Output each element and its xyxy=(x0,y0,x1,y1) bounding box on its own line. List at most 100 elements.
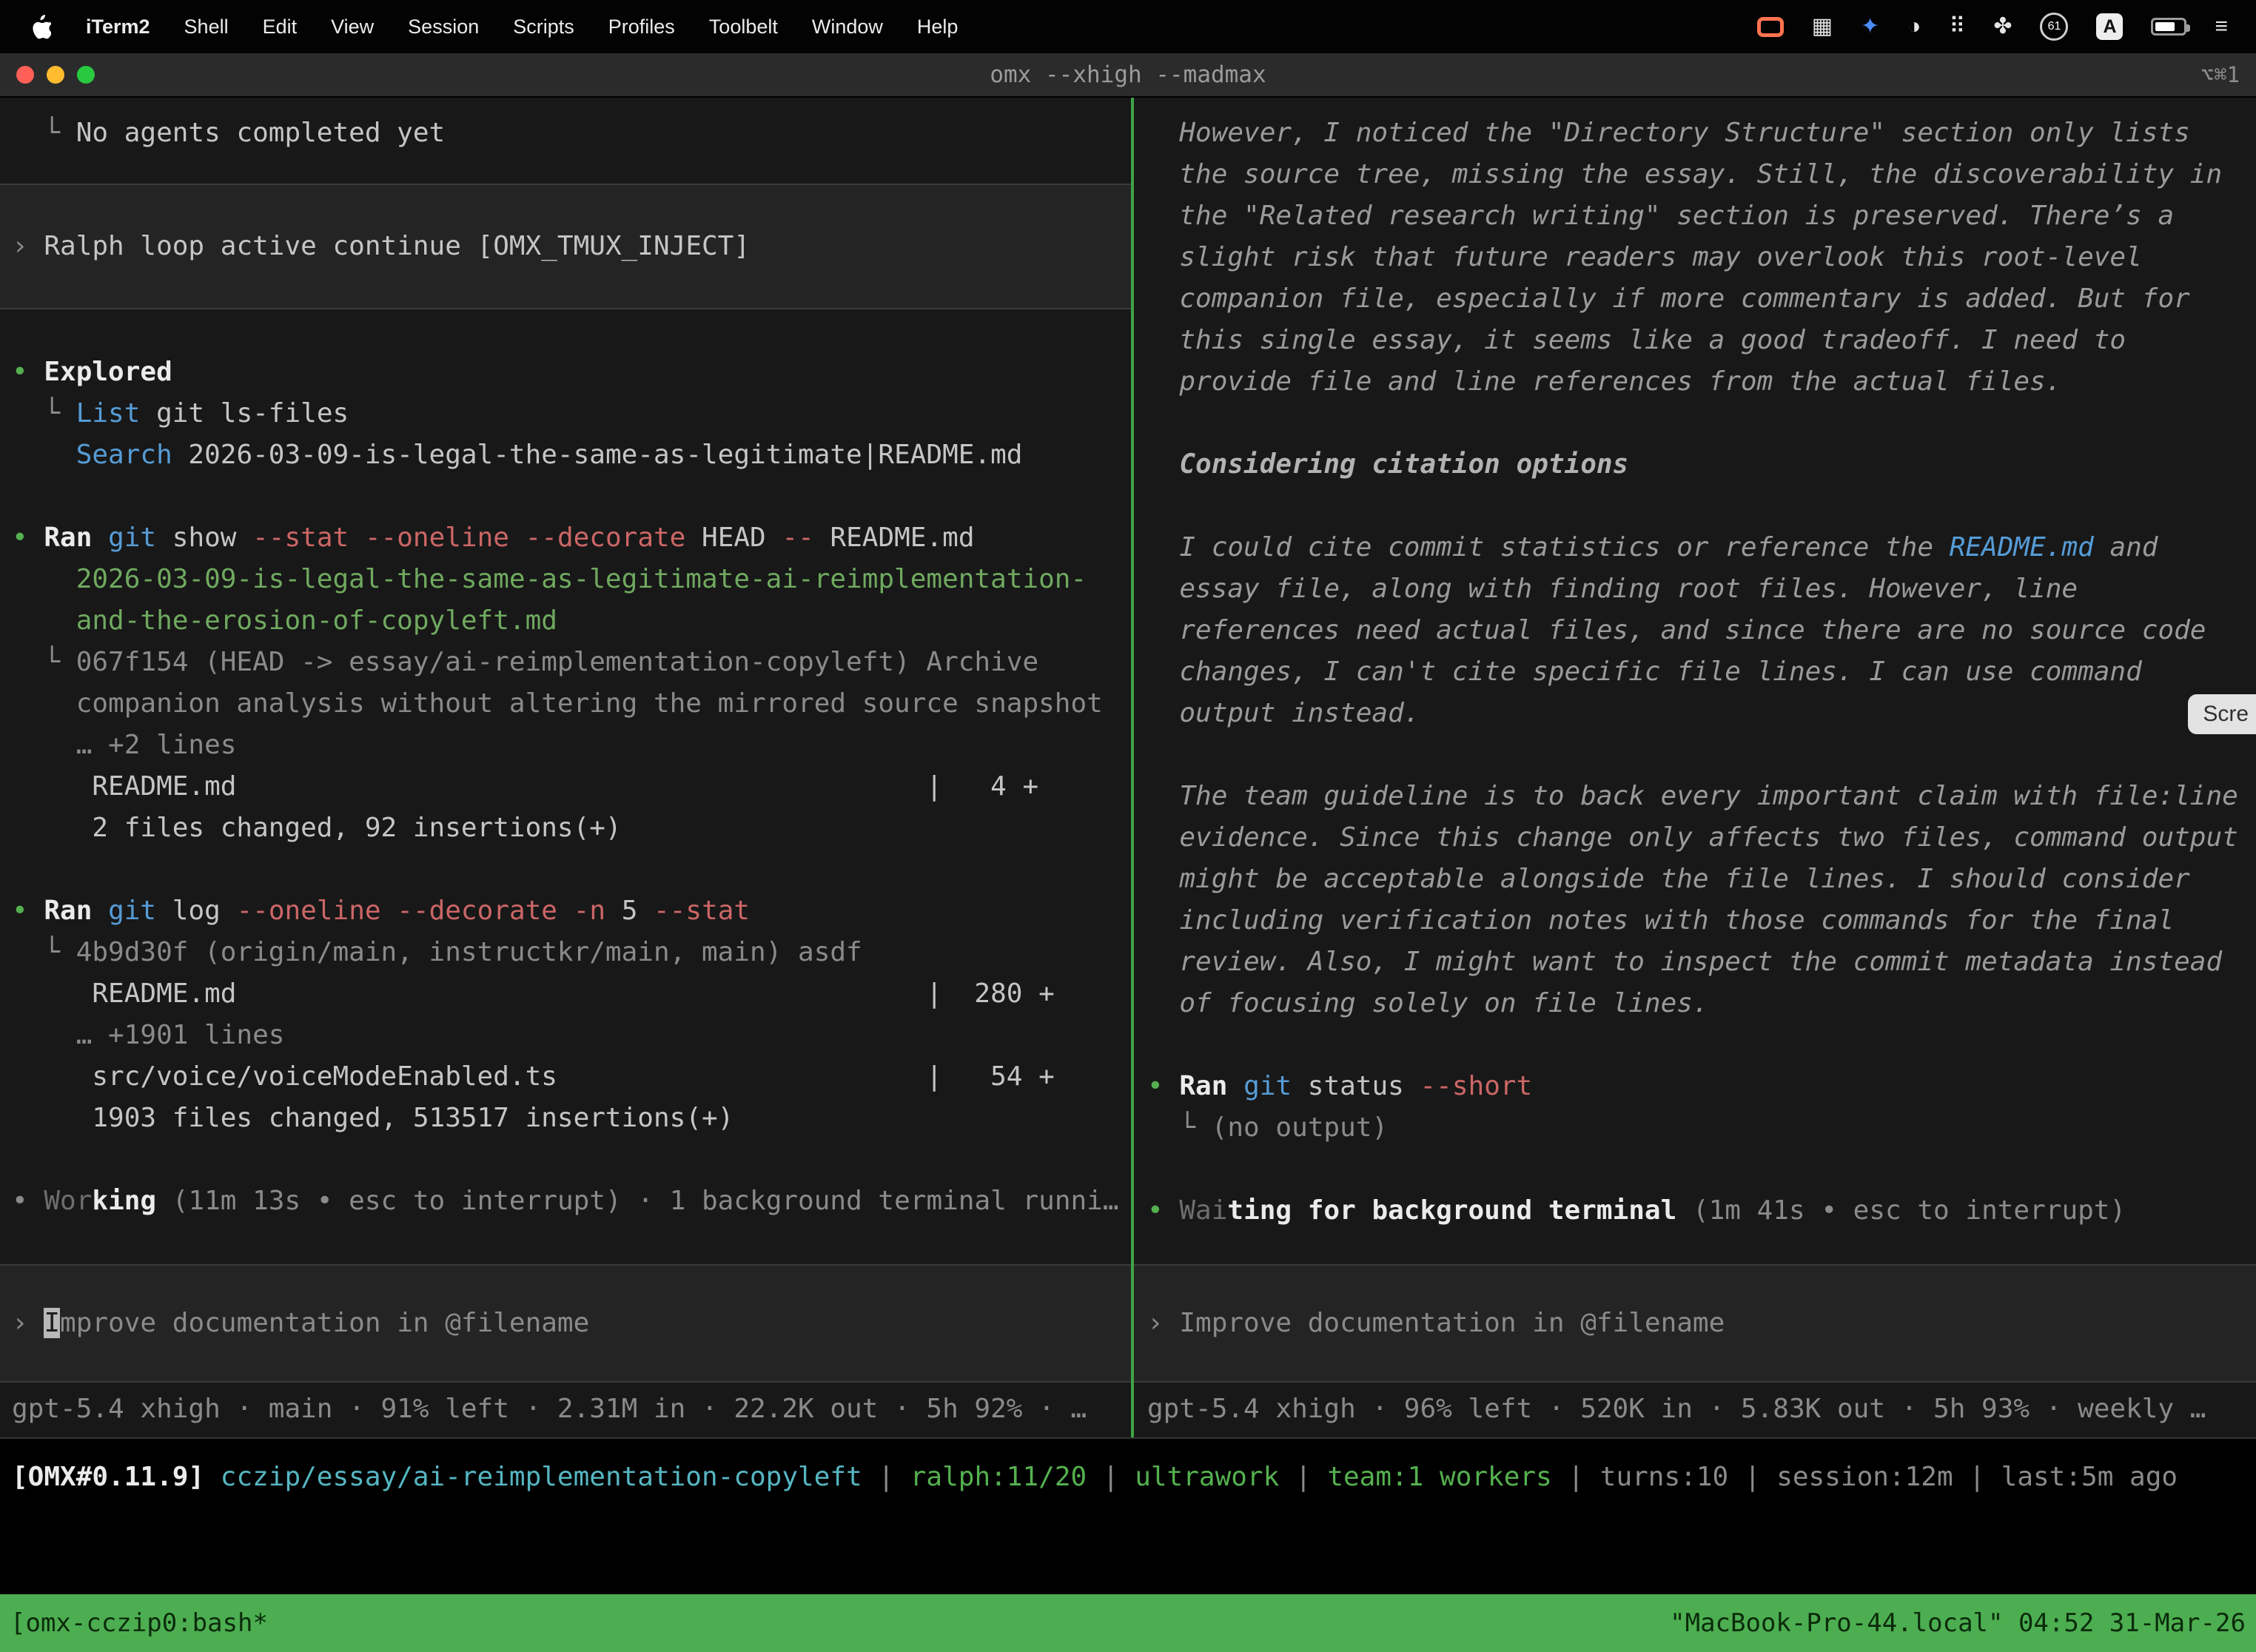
menu-status-icons: ▦ ✦ ◑ ⠿ ✤ 61 A ≡ xyxy=(1757,13,2237,41)
battery-icon[interactable] xyxy=(2151,18,2186,36)
text-segment: Explored xyxy=(44,357,172,387)
text-segment: | xyxy=(1953,1462,2001,1492)
text-segment: | xyxy=(1087,1462,1135,1492)
window-title-bar[interactable]: omx --xhigh --madmax ⌥⌘1 xyxy=(0,53,2256,98)
text-segment: evidence. Since this change only affects… xyxy=(1147,822,2238,853)
prompt-input-left-text: › Improve documentation in @filename xyxy=(0,1303,1131,1344)
text-segment: (1m 41s • esc to interrupt) xyxy=(1676,1195,2126,1226)
menu-item-view[interactable]: View xyxy=(314,16,391,38)
text-segment: README.md | 280 + xyxy=(12,978,1055,1009)
text-segment: Ran xyxy=(44,523,92,553)
screen-edge-overlay-button[interactable]: Scre xyxy=(2188,694,2256,734)
text-segment: essay file, along with finding root file… xyxy=(1147,574,2078,604)
battery-percentage-ring[interactable]: 61 xyxy=(2040,13,2068,41)
text-segment: --stat --oneline --decorate xyxy=(252,523,685,553)
menu-item-scripts[interactable]: Scripts xyxy=(496,16,591,38)
menu-extra-icon[interactable]: ≡ xyxy=(2215,16,2228,38)
ralph-inject-banner: › Ralph loop active continue [OMX_TMUX_I… xyxy=(0,184,1131,309)
text-segment: git ls-files xyxy=(140,398,349,429)
text-segment: ultrawork xyxy=(1135,1462,1279,1492)
terminal-line: … +2 lines xyxy=(0,725,1131,766)
capture-icon[interactable]: ◑ xyxy=(1907,16,1921,38)
terminal-line: references need actual files, and since … xyxy=(1134,610,2256,651)
menu-item-profiles[interactable]: Profiles xyxy=(591,16,692,38)
text-segment: log xyxy=(156,896,236,926)
text-segment: turns:10 xyxy=(1600,1462,1728,1492)
input-source-icon[interactable]: A xyxy=(2096,13,2123,40)
terminal-line: the "Related research writing" section i… xyxy=(1134,195,2256,237)
menu-item-session[interactable]: Session xyxy=(391,16,496,38)
text-segment: git xyxy=(1243,1071,1292,1101)
text-segment: including verification notes with those … xyxy=(1147,905,2174,936)
text-segment: 5 xyxy=(605,896,654,926)
terminal-line: output instead. xyxy=(1134,693,2256,734)
terminal-line: this single essay, it seems like a good … xyxy=(1134,320,2256,361)
terminal-line: evidence. Since this change only affects… xyxy=(1134,817,2256,859)
text-segment: provide file and line references from th… xyxy=(1147,366,2061,397)
text-segment: Improve documentation in @filename xyxy=(1179,1308,1725,1338)
text-segment: | xyxy=(1552,1462,1600,1492)
text-segment: references need actual files, and since … xyxy=(1147,615,2206,645)
close-button[interactable] xyxy=(16,66,34,84)
text-segment: • xyxy=(1147,1195,1179,1226)
menu-item-window[interactable]: Window xyxy=(795,16,900,38)
menu-item-help[interactable]: Help xyxy=(900,16,976,38)
menu-item-toolbelt[interactable]: Toolbelt xyxy=(692,16,795,38)
text-segment: └ xyxy=(12,118,76,148)
terminal-line: might be acceptable alongside the file l… xyxy=(1134,859,2256,900)
keyboard-grid-icon[interactable]: ▦ xyxy=(1812,16,1833,38)
text-segment: HEAD xyxy=(685,523,782,553)
terminal-line: • Ran git log --oneline --decorate -n 5 … xyxy=(0,890,1131,932)
tmux-session-window[interactable]: [omx-cczip0:bash* xyxy=(10,1608,268,1638)
text-segment: show xyxy=(156,523,252,553)
zoom-button[interactable] xyxy=(77,66,95,84)
prompt-input-right[interactable]: › Improve documentation in @filename xyxy=(1134,1264,2256,1383)
terminal-line: the source tree, missing the essay. Stil… xyxy=(1134,154,2256,195)
prompt-input-left[interactable]: › Improve documentation in @filename xyxy=(0,1264,1131,1383)
text-segment: -- xyxy=(782,523,813,553)
apple-menu-icon[interactable] xyxy=(31,15,51,39)
menu-item-edit[interactable]: Edit xyxy=(246,16,315,38)
tmux-host-clock: "MacBook-Pro-44.local" 04:52 31-Mar-26 xyxy=(1670,1608,2246,1638)
ghost-icon[interactable]: ✤ xyxy=(1993,16,2012,38)
text-segment: › xyxy=(1147,1308,1179,1338)
menu-item-shell[interactable]: Shell xyxy=(167,16,246,38)
text-segment xyxy=(557,896,574,926)
terminal-line xyxy=(0,1139,1131,1181)
terminal-line: • Waiting for background terminal (1m 41… xyxy=(1134,1190,2256,1232)
text-segment: No agents completed yet xyxy=(76,118,446,148)
spark-icon[interactable]: ✦ xyxy=(1861,16,1879,38)
terminal-line: provide file and line references from th… xyxy=(1134,361,2256,403)
text-segment: | xyxy=(1279,1462,1327,1492)
screen-recording-indicator[interactable] xyxy=(1757,17,1784,37)
dots-grid-icon[interactable]: ⠿ xyxy=(1949,16,1965,38)
terminal-line: I could cite commit statistics or refere… xyxy=(1134,527,2256,568)
text-segment xyxy=(92,523,108,553)
minimize-button[interactable] xyxy=(47,66,64,84)
text-segment: I could cite commit statistics or refere… xyxy=(1147,532,1950,563)
text-segment: --stat xyxy=(654,896,750,926)
text-segment: git xyxy=(108,523,156,553)
terminal-line: 2026-03-09-is-legal-the-same-as-legitima… xyxy=(0,559,1131,600)
window-title: omx --xhigh --madmax xyxy=(0,61,2256,88)
text-segment: cczip/essay/ai-reimplementation-copyleft xyxy=(221,1462,862,1492)
terminal-line: • Ran git status --short xyxy=(1134,1066,2256,1107)
terminal-line: • Working (11m 13s • esc to interrupt) ·… xyxy=(0,1181,1131,1222)
agent-status-lines: └ No agents completed yet xyxy=(0,113,1131,154)
terminal-line: └ List git ls-files xyxy=(0,393,1131,434)
text-segment: Ralph loop active continue [OMX_TMUX_INJ… xyxy=(44,231,750,261)
terminal-line: … +1901 lines xyxy=(0,1015,1131,1056)
window-shortcut-badge: ⌥⌘1 xyxy=(2201,62,2256,87)
text-segment: | xyxy=(1728,1462,1776,1492)
text-segment: └ 067f154 (HEAD -> essay/ai-reimplementa… xyxy=(12,647,1038,677)
menu-item-iterm2[interactable]: iTerm2 xyxy=(69,16,167,38)
text-segment: slight risk that future readers may over… xyxy=(1147,242,2142,272)
text-segment: • xyxy=(1147,1071,1179,1101)
terminal-line xyxy=(1134,403,2256,444)
text-segment: 2026-03-09-is-legal-the-same-as-legitima… xyxy=(172,440,1023,470)
omx-status-line: [OMX#0.11.9] cczip/essay/ai-reimplementa… xyxy=(0,1457,2256,1498)
session-status-right: gpt-5.4 xhigh · 96% left · 520K in · 5.8… xyxy=(1134,1389,2256,1430)
text-segment: 2026-03-09-is-legal-the-same-as-legitima… xyxy=(12,564,1087,594)
text-segment: • xyxy=(12,896,44,926)
left-pane: └ No agents completed yet › Ralph loop a… xyxy=(0,98,1131,1437)
